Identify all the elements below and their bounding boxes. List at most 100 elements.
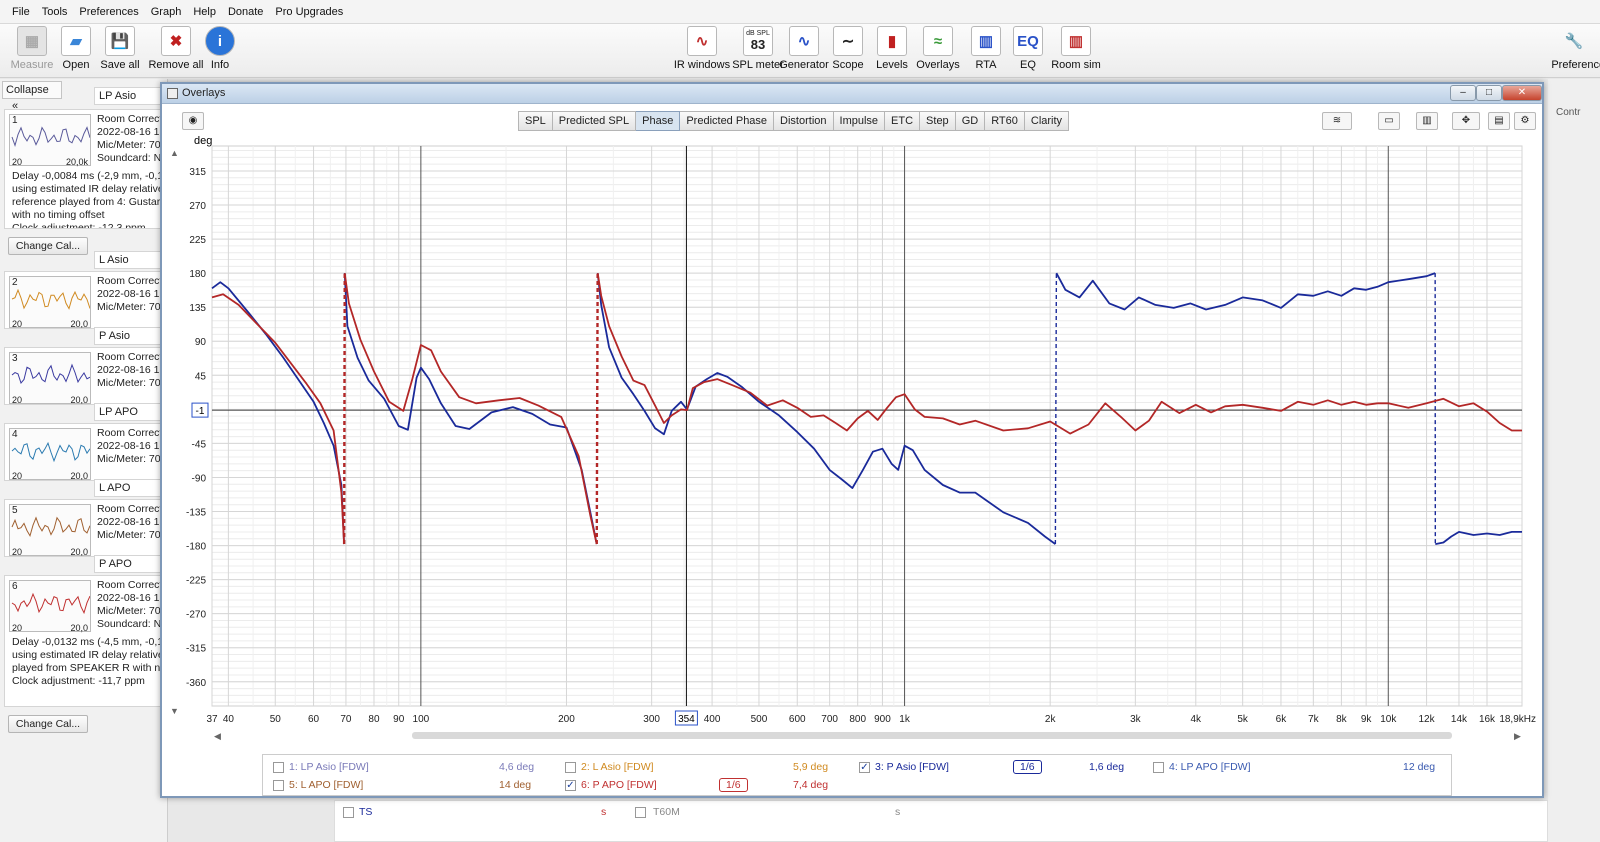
scroll-left-icon[interactable]: ◀: [214, 731, 221, 741]
tab-spl[interactable]: SPL: [518, 111, 553, 131]
save-all-button[interactable]: 💾 Save all: [90, 26, 150, 71]
smoothing-badge[interactable]: 1/6: [1013, 760, 1042, 774]
measurement-name[interactable]: LP Asio: [94, 87, 167, 105]
main-toolbar: ▦ Measure ▰ Open 💾 Save all ✖ Remove all i Info ∿ I…: [0, 24, 1600, 78]
close-button[interactable]: ✕: [1502, 85, 1542, 101]
measurement-thumbnail[interactable]: 1 20 20,0k: [9, 114, 91, 167]
tab-etc[interactable]: ETC: [885, 111, 921, 131]
ts-checkbox[interactable]: [343, 807, 354, 818]
horizontal-scrollbar[interactable]: [412, 732, 1452, 739]
trace-checkbox[interactable]: ✓: [859, 762, 870, 773]
measurement-card[interactable]: 6 20 20,0 Room Correct 2022-08-16 16 Mic/Mete…: [4, 575, 167, 707]
measurement-card[interactable]: 2 20 20,0 Room Correct 2022-08-16 16 Mic/Mete…: [4, 271, 167, 329]
measurement-thumbnail[interactable]: 3 20 20,0: [9, 352, 91, 404]
menu-bar: File Tools Preferences Graph Help Donate Pro U…: [0, 0, 1600, 24]
y-tick-label: 315: [189, 167, 206, 178]
tab-rt60[interactable]: RT60: [985, 111, 1025, 131]
t60m-unit: s: [895, 806, 901, 818]
trace-label[interactable]: 5: L APO [FDW]: [289, 779, 363, 791]
tab-clarity[interactable]: Clarity: [1024, 111, 1070, 131]
change-cal-button[interactable]: Change Cal...: [8, 237, 88, 255]
measurement-name[interactable]: L Asio: [94, 251, 167, 269]
trace-label[interactable]: 4: LP APO [FDW]: [1169, 761, 1251, 773]
menu-graph[interactable]: Graph: [145, 0, 188, 24]
measurement-card[interactable]: 4 20 20,0 Room Correct 2022-08-16 16 Mic/Mete…: [4, 423, 167, 481]
measurement-thumbnail[interactable]: 2 20 20,0: [9, 276, 91, 328]
tab-phase[interactable]: Phase: [636, 111, 681, 131]
trace-checkbox[interactable]: [565, 762, 576, 773]
overlays-title-bar[interactable]: Overlays – □ ✕: [162, 84, 1542, 104]
y-tick-label: 225: [189, 235, 206, 246]
tab-step[interactable]: Step: [920, 111, 956, 131]
menu-preferences[interactable]: Preferences: [73, 0, 144, 24]
collapse-button[interactable]: Collapse «: [2, 81, 62, 112]
camera-icon[interactable]: ◉: [182, 112, 204, 130]
split-panel-icon[interactable]: ▥: [1416, 112, 1438, 130]
note-line: Clock adjustment: -12,3 ppm: [12, 222, 146, 229]
tab-predicted-spl[interactable]: Predicted SPL: [552, 111, 637, 131]
measurement-card[interactable]: 5 20 20,0 Room Correct 2022-08-16 16 Mic/Mete…: [4, 499, 167, 557]
phase-chart[interactable]: deg3152702251801359045-45-90-135-180-225…: [162, 134, 1542, 749]
scroll-up-icon[interactable]: ▲: [170, 148, 179, 158]
measurement-meta: Room Correct 2022-08-16 16 Mic/Meter: 70 So…: [97, 579, 165, 631]
meta-line: Room Correct: [97, 579, 163, 591]
minimize-button[interactable]: –: [1450, 85, 1476, 101]
measurement-card[interactable]: 1 20 20,0k Room Correct 2022-08-16 16 Mic/Met…: [4, 109, 168, 229]
controls-icon[interactable]: ▤: [1488, 112, 1510, 130]
tab-impulse[interactable]: Impulse: [833, 111, 886, 131]
measurement-name[interactable]: P Asio: [94, 327, 167, 345]
tab-distortion[interactable]: Distortion: [774, 111, 834, 131]
zoom-fit-icon[interactable]: ✥: [1452, 112, 1480, 130]
measurement-thumbnail[interactable]: 5 20 20,0: [9, 504, 91, 556]
preferences-button[interactable]: 🔧 Preferences: [1548, 26, 1600, 71]
gear-icon[interactable]: ⚙: [1514, 112, 1536, 130]
meta-line: 2022-08-16 16: [97, 592, 166, 604]
tab-gd[interactable]: GD: [955, 111, 986, 131]
thumbnail-trace: [11, 126, 90, 148]
maximize-button[interactable]: □: [1476, 85, 1502, 101]
menu-tools[interactable]: Tools: [36, 0, 74, 24]
menu-pro-upgrades[interactable]: Pro Upgrades: [269, 0, 349, 24]
trace-label[interactable]: 2: L Asio [FDW]: [581, 761, 654, 773]
measurement-name[interactable]: LP APO: [94, 403, 167, 421]
trace-checkbox[interactable]: [273, 762, 284, 773]
scroll-right-icon[interactable]: ▶: [1514, 731, 1521, 741]
info-button[interactable]: i Info: [190, 26, 250, 71]
menu-file[interactable]: File: [6, 0, 36, 24]
trace-label[interactable]: 3: P Asio [FDW]: [875, 761, 949, 773]
trace-checkbox[interactable]: [273, 780, 284, 791]
thumb-xmax: 20,0: [70, 395, 88, 405]
trace-cursor-value: 14 deg: [499, 779, 532, 791]
measurement-thumbnail[interactable]: 4 20 20,0: [9, 428, 91, 480]
ir-windows-button[interactable]: ∿ IR windows: [672, 26, 732, 71]
overlay-mode-icon[interactable]: ≋: [1322, 112, 1352, 130]
menu-help[interactable]: Help: [187, 0, 222, 24]
single-panel-icon[interactable]: ▭: [1378, 112, 1400, 130]
trace-label[interactable]: 1: LP Asio [FDW]: [289, 761, 369, 773]
tab-predicted-phase[interactable]: Predicted Phase: [680, 111, 775, 131]
measurement-thumbnail[interactable]: 6 20 20,0: [9, 580, 91, 633]
thumbnail-trace: [11, 288, 90, 310]
note-line: Delay -0,0084 ms (-2,9 mm, -0,11: [12, 170, 168, 182]
x-tick-label: 6k: [1276, 714, 1288, 725]
t60m-checkbox[interactable]: [635, 807, 646, 818]
scroll-down-icon[interactable]: ▼: [170, 706, 179, 716]
folder-icon: ▰: [61, 26, 91, 56]
trace-checkbox[interactable]: [1153, 762, 1164, 773]
menu-donate[interactable]: Donate: [222, 0, 269, 24]
meta-line: Room Correct: [97, 113, 163, 125]
meta-line: 2022-08-16 16: [97, 440, 166, 452]
measurement-name[interactable]: L APO: [94, 479, 167, 497]
rta-icon: ▥: [971, 26, 1001, 56]
trace-checkbox[interactable]: ✓: [565, 780, 576, 791]
room-sim-button[interactable]: ▥ Room sim: [1046, 26, 1106, 71]
x-tick-label: 16k: [1479, 714, 1496, 725]
wrench-icon: 🔧: [1564, 33, 1584, 50]
smoothing-badge[interactable]: 1/6: [719, 778, 748, 792]
trace-legend: 1: LP Asio [FDW] 4,6 deg 2: L Asio [FDW] 5,…: [262, 754, 1452, 796]
measurement-name[interactable]: P APO: [94, 555, 167, 573]
trace-label[interactable]: 6: P APO [FDW]: [581, 779, 657, 791]
measurement-card[interactable]: 3 20 20,0 Room Correct 2022-08-16 16 Mic/Mete…: [4, 347, 167, 405]
change-cal-button[interactable]: Change Cal...: [8, 715, 88, 733]
measurement-meta: Room Correct 2022-08-16 16 Mic/Meter: 70 So…: [97, 113, 165, 165]
